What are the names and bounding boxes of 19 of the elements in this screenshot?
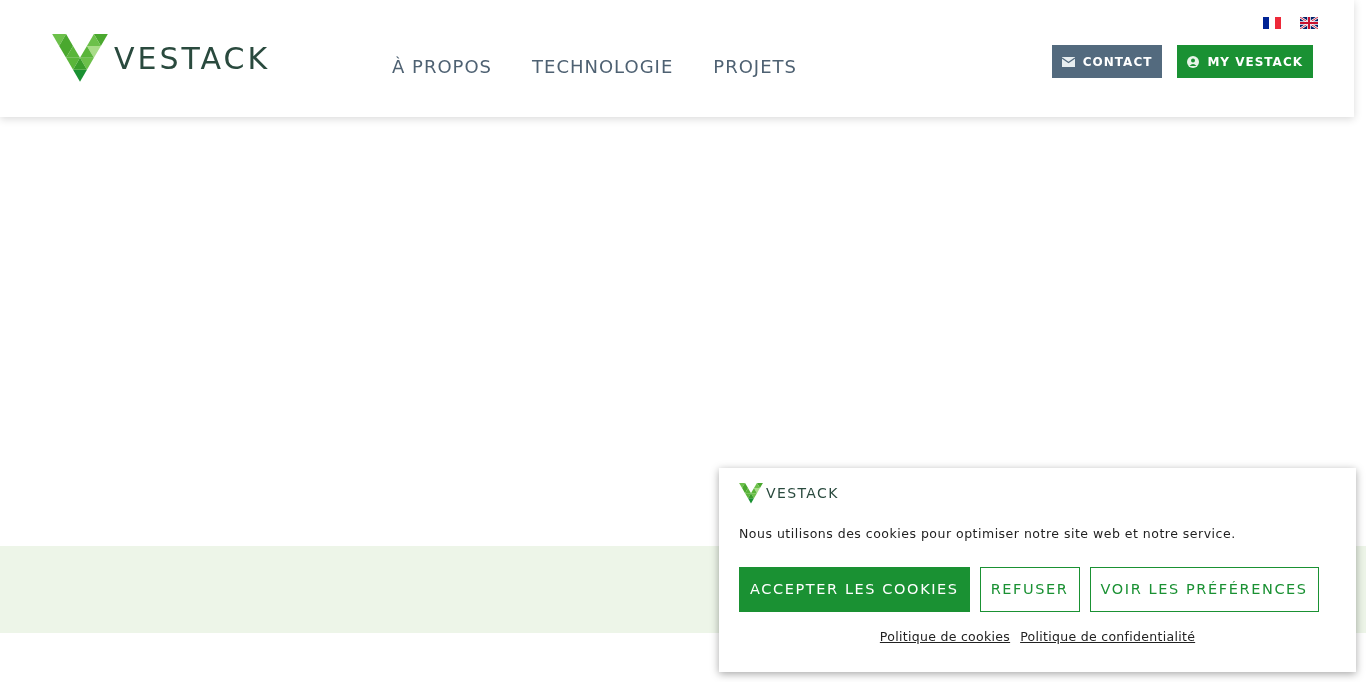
- cookie-message: Nous utilisons des cookies pour optimiser notre site web et notre service.: [739, 525, 1237, 541]
- logo-text: VESTACK: [766, 485, 839, 502]
- logo-text[interactable]: VESTACK: [114, 41, 271, 76]
- policy-link[interactable]: Politique de confidentialité: [1020, 628, 1196, 644]
- nav-link[interactable]: TECHNOLOGIE: [532, 56, 674, 77]
- nav-link[interactable]: PROJETS: [713, 56, 797, 77]
- envelope-icon: [1061, 56, 1075, 67]
- logo-mark-icon: [52, 34, 108, 83]
- nav-link[interactable]: À PROPOS: [392, 56, 492, 77]
- uk-flag-icon[interactable]: [1300, 17, 1318, 29]
- account-button[interactable]: MY VESTACK: [1177, 45, 1313, 78]
- policy-link[interactable]: Politique de cookies: [879, 628, 1011, 644]
- user-icon: [1187, 55, 1200, 68]
- cookie-button[interactable]: ACCEPTER LES COOKIES: [739, 566, 970, 612]
- cookie-button[interactable]: REFUSER: [979, 566, 1080, 612]
- contact-button[interactable]: CONTACT: [1051, 45, 1163, 78]
- cookie-button[interactable]: VOIR LES PRÉFÉRENCES: [1089, 566, 1319, 612]
- french-flag-icon[interactable]: [1263, 17, 1281, 29]
- logo-mark-icon: [739, 483, 763, 504]
